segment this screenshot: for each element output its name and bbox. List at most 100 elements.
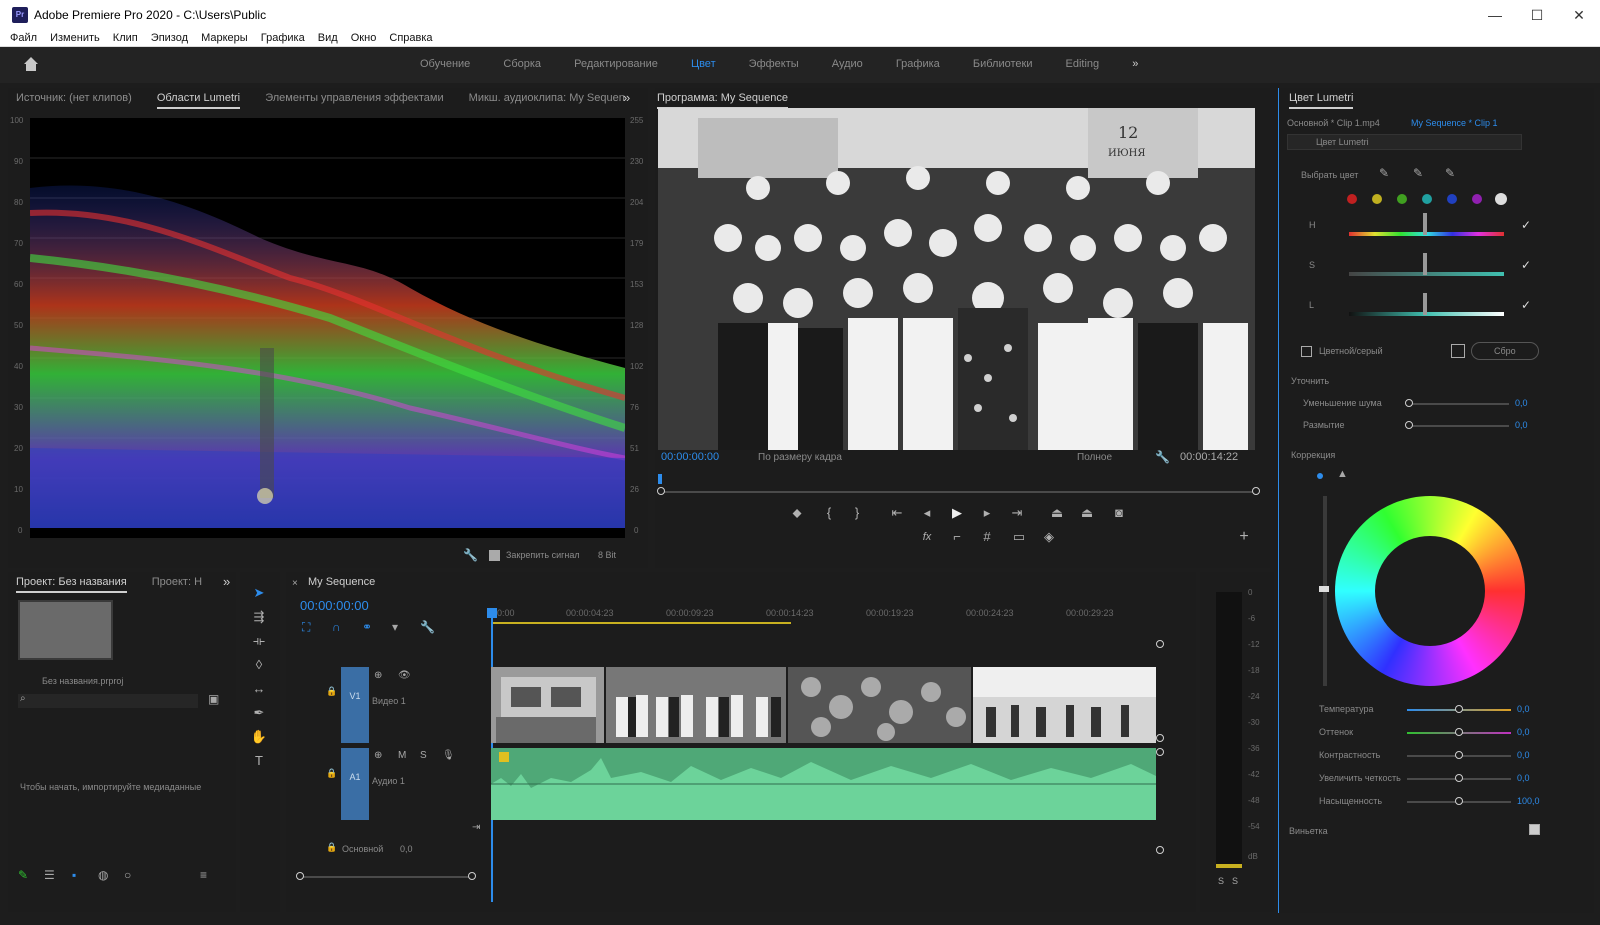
program-timecode[interactable]: 00:00:00:00 xyxy=(661,451,719,463)
swatch-magenta[interactable] xyxy=(1472,194,1482,204)
workspace-tab-assembly[interactable]: Сборка xyxy=(503,58,541,70)
contrast-knob[interactable] xyxy=(1455,751,1463,759)
zoom-start-handle[interactable] xyxy=(657,487,665,495)
wrench-icon[interactable]: 🔧 xyxy=(463,548,478,562)
color-gray-checkbox[interactable] xyxy=(1301,346,1312,357)
extract-icon[interactable]: ⏏ xyxy=(1078,504,1096,522)
denoise-slider[interactable] xyxy=(1409,403,1509,405)
hand-tool-icon[interactable]: ✋ xyxy=(250,728,268,746)
go-to-in-icon[interactable]: ⇤ xyxy=(888,504,906,522)
audio-scroll-handle[interactable] xyxy=(1156,748,1164,756)
temperature-knob[interactable] xyxy=(1455,705,1463,713)
pen-tool-icon[interactable]: ✒ xyxy=(250,704,268,722)
project-item-name[interactable]: Без названия.prproj xyxy=(42,676,123,686)
tab-project-other[interactable]: Проект: Н xyxy=(152,576,202,588)
ripple-edit-tool-icon[interactable]: ⟛ xyxy=(250,632,268,650)
video-track-target[interactable]: V1 xyxy=(341,667,369,743)
swatch-cyan[interactable] xyxy=(1422,194,1432,204)
menu-view[interactable]: Вид xyxy=(318,30,338,46)
saturation-knob-2[interactable] xyxy=(1455,797,1463,805)
color-wheel-center[interactable] xyxy=(1375,536,1485,646)
workspace-tab-learning[interactable]: Обучение xyxy=(420,58,470,70)
blur-knob[interactable] xyxy=(1405,421,1413,429)
freeform-view-icon[interactable]: ◍ xyxy=(98,868,108,882)
vignette-checkbox[interactable] xyxy=(1529,824,1540,835)
fit-dropdown[interactable]: По размеру кадра xyxy=(758,452,842,463)
clamp-signal-checkbox[interactable] xyxy=(489,550,500,561)
tab-lumetri-scopes[interactable]: Области Lumetri xyxy=(156,92,241,109)
zoom-slider-icon[interactable]: ○ xyxy=(124,868,131,882)
menu-file[interactable]: Файл xyxy=(10,30,37,46)
type-tool-icon[interactable]: T xyxy=(250,752,268,770)
solo-right-icon[interactable]: S xyxy=(1232,876,1238,886)
menu-clip[interactable]: Клип xyxy=(113,30,138,46)
icon-view-icon[interactable]: ▪ xyxy=(72,868,76,882)
tab-effect-controls[interactable]: Элементы управления эффектами xyxy=(265,92,443,104)
lock-master-icon[interactable]: 🔒 xyxy=(326,842,337,853)
three-wheel-mode-icon[interactable]: ▲ xyxy=(1337,468,1348,480)
color-gray-swatch[interactable] xyxy=(1451,344,1465,358)
quality-dropdown[interactable]: Полное xyxy=(1077,452,1112,463)
playhead-handle[interactable] xyxy=(487,608,497,618)
step-back-icon[interactable]: ◂ xyxy=(918,504,936,522)
timeline-timecode[interactable]: 00:00:00:00 xyxy=(300,598,369,613)
project-search-input[interactable]: ⌕ xyxy=(18,693,198,708)
toggle-sync-icon[interactable]: ⊕ xyxy=(374,670,382,681)
slip-tool-icon[interactable]: ↔ xyxy=(250,680,268,698)
settings-wrench-icon[interactable]: 🔧 xyxy=(1155,450,1170,464)
blur-slider[interactable] xyxy=(1409,425,1509,427)
new-bin-icon[interactable]: ▣ xyxy=(208,692,219,706)
nest-icon[interactable]: ⛶ xyxy=(302,620,310,635)
single-wheel-mode-icon[interactable] xyxy=(1317,473,1323,479)
step-forward-icon[interactable]: ▸ xyxy=(978,504,996,522)
track-end-handle[interactable] xyxy=(1156,640,1164,648)
workspace-more-icon[interactable]: » xyxy=(1132,58,1138,70)
snap-icon[interactable]: ∩ xyxy=(332,620,341,634)
mark-out-icon[interactable]: } xyxy=(848,504,866,522)
track-select-tool-icon[interactable]: ⇶ xyxy=(250,608,268,626)
project-more-icon[interactable]: » xyxy=(223,574,230,589)
compare-view-icon[interactable]: ▭ xyxy=(1010,528,1028,546)
timeline-settings-icon[interactable]: 🔧 xyxy=(420,620,435,634)
timeline-horizontal-scrollbar[interactable] xyxy=(300,876,475,878)
menu-graphics[interactable]: Графика xyxy=(261,30,305,46)
workspace-tab-color[interactable]: Цвет xyxy=(691,58,716,70)
tint-knob[interactable] xyxy=(1455,728,1463,736)
list-view-icon[interactable]: ☰ xyxy=(44,868,55,882)
scroll-left-handle[interactable] xyxy=(296,872,304,880)
home-icon[interactable] xyxy=(22,55,40,73)
swatch-blue[interactable] xyxy=(1447,194,1457,204)
add-marker-icon[interactable]: ▾ xyxy=(392,620,398,634)
swatch-red[interactable] xyxy=(1347,194,1357,204)
zoom-end-handle[interactable] xyxy=(1252,487,1260,495)
selection-tool-icon[interactable]: ➤ xyxy=(250,584,268,602)
audio-clip[interactable] xyxy=(491,748,1156,820)
program-scrub-bar[interactable] xyxy=(661,491,1256,493)
master-clip-label[interactable]: Основной * Clip 1.mp4 xyxy=(1287,118,1380,128)
lightness-range-handle[interactable] xyxy=(1423,293,1427,315)
add-button-icon[interactable]: + xyxy=(1235,528,1253,546)
saturation-range-handle[interactable] xyxy=(1423,253,1427,275)
refine-section-title[interactable]: Уточнить xyxy=(1291,376,1329,386)
master-track-value[interactable]: 0,0 xyxy=(400,844,413,854)
audio-track-target[interactable]: A1 xyxy=(341,748,369,820)
workspace-tab-editing-en[interactable]: Editing xyxy=(1066,58,1100,70)
minimize-button[interactable]: — xyxy=(1480,5,1510,25)
eyedropper-remove-icon[interactable]: ✎ xyxy=(1445,166,1455,180)
blur-value[interactable]: 0,0 xyxy=(1515,420,1528,430)
correction-section-title[interactable]: Коррекция xyxy=(1291,450,1335,460)
hue-range-handle[interactable] xyxy=(1423,213,1427,235)
swatch-white[interactable] xyxy=(1495,193,1507,205)
program-monitor-title[interactable]: Программа: My Sequence xyxy=(657,92,789,109)
workspace-tab-graphics[interactable]: Графика xyxy=(896,58,940,70)
solo-left-icon[interactable]: S xyxy=(1218,876,1224,886)
tab-project-untitled[interactable]: Проект: Без названия xyxy=(16,576,127,593)
swatch-yellow[interactable] xyxy=(1372,194,1382,204)
master-scroll-handle[interactable] xyxy=(1156,846,1164,854)
tab-audio-clip-mixer[interactable]: Микш. аудиоклипа: My Sequen xyxy=(469,92,625,104)
scroll-right-handle[interactable] xyxy=(468,872,476,880)
workspace-tab-effects[interactable]: Эффекты xyxy=(749,58,799,70)
menu-help[interactable]: Справка xyxy=(389,30,432,46)
lock-audio-icon[interactable]: 🔒 xyxy=(326,768,337,779)
panel-more-icon[interactable]: » xyxy=(623,90,630,105)
